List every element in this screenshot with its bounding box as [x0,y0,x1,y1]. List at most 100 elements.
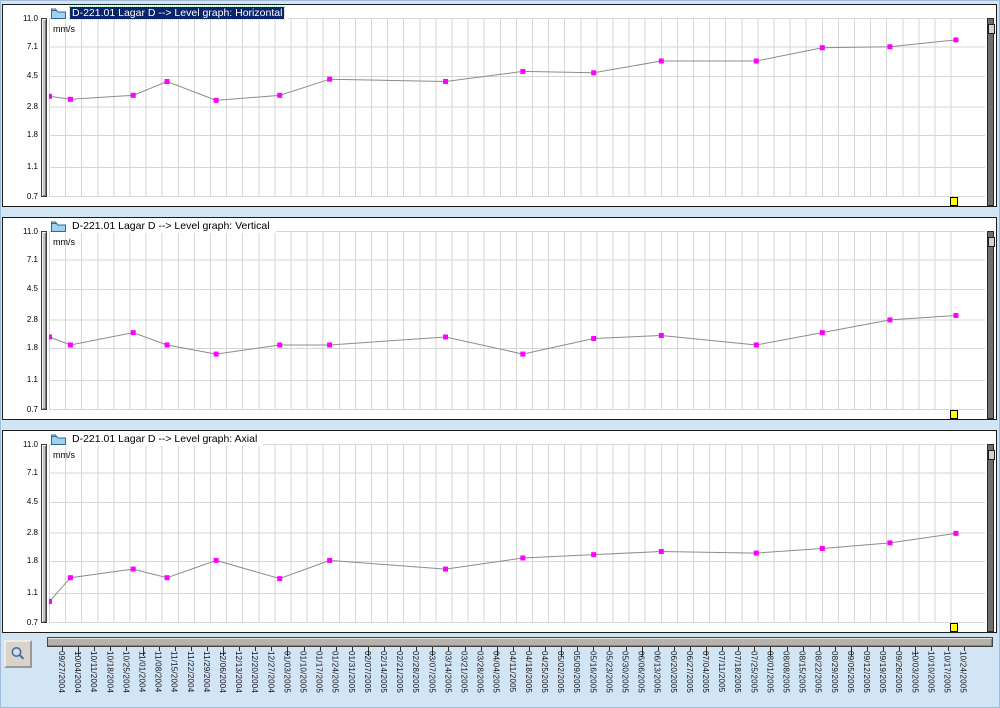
time-axis-date-label: 11/08/2004 [154,651,163,692]
time-axis-date-label: 11/29/2004 [202,651,211,692]
trend-plot-vertical[interactable] [49,231,985,410]
cursor-marker[interactable] [950,623,958,632]
y-axis-labels: 11.07.14.52.81.81.10.7 [3,431,39,632]
time-axis-date-label: 01/24/2005 [331,651,340,693]
y-axis-tick-label: 1.8 [27,130,38,139]
right-scroll-strip[interactable] [987,18,994,206]
time-axis-date-label: 01/17/2005 [315,651,324,693]
time-axis-date-label: 01/03/2005 [282,651,291,693]
panel-title-text: D-221.01 Lagar D --> Level graph: Horizo… [70,7,284,19]
y-axis-labels: 11.0 7.1 4.5 2.8 1.8 1.1 0.7 [3,5,39,206]
right-scroll-thumb[interactable] [988,450,995,460]
y-axis-labels: 11.07.14.52.81.81.10.7 [3,218,39,419]
y-axis-tick-label: 7.1 [27,468,38,477]
y-axis-tick-label: 0.7 [27,192,38,201]
y-axis-tick-label: 4.5 [27,71,38,80]
y-axis-tick-label: 0.7 [27,618,38,627]
folder-icon [51,8,66,19]
time-axis-date-label: 04/04/2005 [492,651,501,693]
time-axis-date-label: 03/21/2005 [460,651,469,693]
trend-plot-horizontal[interactable] [49,18,985,197]
trend-panel-vertical: D-221.01 Lagar D --> Level graph: Vertic… [2,217,997,420]
time-axis-date-label: 04/25/2005 [540,651,549,693]
y-axis-tick-label: 7.1 [27,255,38,264]
time-axis-date-label: 03/14/2005 [443,651,452,693]
time-axis-date-label: 10/10/2005 [926,651,935,693]
panel-title-text: D-221.01 Lagar D --> Level graph: Vertic… [70,220,272,232]
time-axis-date-label: 12/20/2004 [250,651,259,693]
time-axis-date-label: 11/15/2004 [170,651,179,692]
time-axis-date-label: 12/13/2004 [234,651,243,693]
y-axis-tick-label: 11.0 [23,440,38,449]
time-axis-date-label: 09/05/2005 [846,651,855,693]
trend-panel-axial: D-221.01 Lagar D --> Level graph: Axial … [2,430,997,633]
trend-panel-horizontal: D-221.01 Lagar D --> Level graph: Horizo… [2,4,997,207]
time-axis-date-label: 12/27/2004 [266,651,275,693]
time-axis-date-label: 10/11/2004 [89,651,98,692]
time-axis-date-label: 09/19/2005 [878,651,887,693]
y-axis-tick-label: 11.0 [23,227,38,236]
time-axis-date-label: 02/14/2005 [379,651,388,693]
time-axis-date-label: 06/27/2005 [685,651,694,693]
time-axis-date-label: 11/22/2004 [186,651,195,692]
y-axis-unit: mm/s [53,237,75,247]
time-axis-date-label: 09/27/2004 [57,651,66,693]
y-axis-tick-label: 1.8 [27,343,38,352]
y-axis-tick-label: 2.8 [27,102,38,111]
time-axis-date-label: 09/26/2005 [894,651,903,693]
time-axis-date-label: 07/04/2005 [701,651,710,693]
time-axis-date-label: 09/12/2005 [862,651,871,693]
y-axis-tick-label: 2.8 [27,315,38,324]
time-axis-date-label: 06/06/2005 [637,651,646,693]
trend-window: D-221.01 Lagar D --> Level graph: Horizo… [0,0,1000,708]
time-axis-date-label: 02/21/2005 [395,651,404,693]
time-axis-date-label: 05/09/2005 [572,651,581,693]
y-axis-tick-label: 1.8 [27,556,38,565]
time-axis-date-label: 11/01/2004 [138,651,147,692]
y-axis-slider[interactable] [41,231,47,410]
zoom-button[interactable] [4,640,32,668]
y-axis-tick-label: 2.8 [27,528,38,537]
time-axis-date-label: 02/28/2005 [411,651,420,693]
panel-title-horizontal[interactable]: D-221.01 Lagar D --> Level graph: Horizo… [51,6,288,20]
y-axis-unit: mm/s [53,450,75,460]
time-axis-date-label: 05/30/2005 [621,651,630,693]
trend-plot-axial[interactable] [49,444,985,623]
time-axis-date-label: 03/28/2005 [476,651,485,693]
cursor-marker[interactable] [950,197,958,206]
time-axis-date-label: 10/18/2004 [105,651,114,693]
y-axis-tick-label: 11.0 [23,14,38,23]
time-axis-date-label: 01/31/2005 [347,651,356,693]
time-axis-date-label: 04/18/2005 [524,651,533,693]
time-axis-date-label: 07/25/2005 [749,651,758,693]
time-axis-date-label: 05/02/2005 [556,651,565,693]
time-axis-date-label: 08/01/2005 [765,651,774,693]
magnifier-icon [9,645,27,663]
time-axis-date-label: 08/22/2005 [814,651,823,693]
right-scroll-thumb[interactable] [988,237,995,247]
time-axis-date-label: 07/11/2005 [717,651,726,692]
panel-title-vertical[interactable]: D-221.01 Lagar D --> Level graph: Vertic… [51,219,276,233]
panel-title-axial[interactable]: D-221.01 Lagar D --> Level graph: Axial [51,432,263,446]
time-axis-ruler[interactable] [47,637,993,647]
time-axis-date-label: 04/11/2005 [508,651,517,692]
y-axis-tick-label: 7.1 [27,42,38,51]
time-axis-date-label: 06/20/2005 [669,651,678,693]
right-scroll-thumb[interactable] [988,24,995,34]
time-axis-date-label: 08/29/2005 [830,651,839,693]
folder-icon [51,434,66,445]
time-axis-date-label: 10/25/2004 [121,651,130,693]
y-axis-tick-label: 1.1 [27,588,38,597]
time-axis-date-label: 10/17/2005 [943,651,952,693]
time-axis-date-label: 02/07/2005 [363,651,372,693]
time-axis-date-label: 05/23/2005 [604,651,613,693]
time-axis-date-label: 08/15/2005 [798,651,807,693]
right-scroll-strip[interactable] [987,231,994,419]
time-axis-date-label: 05/16/2005 [588,651,597,693]
y-axis-slider[interactable] [41,444,47,623]
y-axis-slider[interactable] [41,18,47,197]
time-axis-date-label: 06/13/2005 [653,651,662,693]
cursor-marker[interactable] [950,410,958,419]
y-axis-tick-label: 1.1 [27,162,38,171]
right-scroll-strip[interactable] [987,444,994,632]
